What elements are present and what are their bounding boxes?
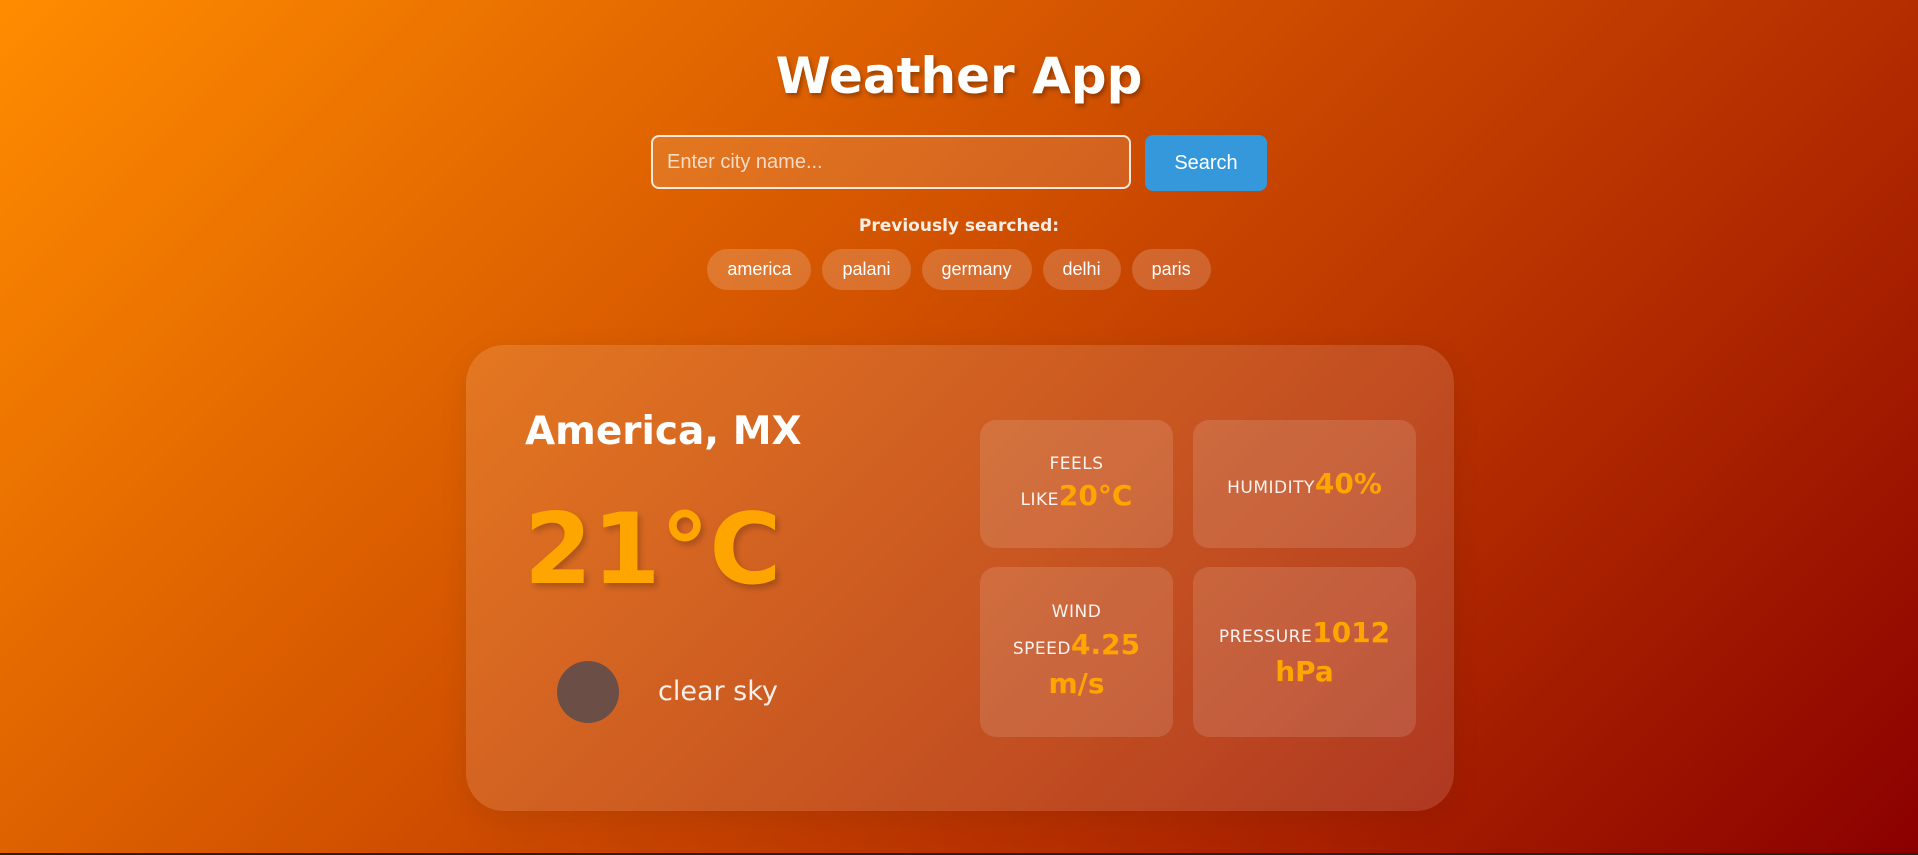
- weather-icon: [557, 661, 619, 723]
- stat-wind-speed: Wind speed4.25 m/s: [980, 567, 1173, 737]
- history-chip-paris[interactable]: paris: [1131, 249, 1211, 290]
- stat-pressure: Pressure1012 hPa: [1193, 567, 1416, 737]
- city-search-input[interactable]: [651, 135, 1131, 189]
- history-chip-palani[interactable]: palani: [822, 249, 911, 290]
- weather-card: America, MX 21°C clear sky Feels like20°…: [466, 345, 1454, 811]
- history-chip-america[interactable]: america: [707, 249, 812, 290]
- stat-value: 20°C: [1058, 479, 1133, 513]
- history-chip-delhi[interactable]: delhi: [1042, 249, 1121, 290]
- stat-value: 40%: [1314, 467, 1382, 501]
- temperature: 21°C: [524, 493, 782, 607]
- stat-label: Pressure: [1218, 626, 1313, 647]
- history-chip-germany[interactable]: germany: [921, 249, 1032, 290]
- city-name: America, MX: [525, 409, 802, 454]
- stat-feels-like: Feels like20°C: [980, 420, 1173, 548]
- search-bar: Search: [651, 135, 1267, 191]
- history-label: Previously searched:: [858, 216, 1060, 236]
- weather-description: clear sky: [658, 676, 778, 707]
- app-title: Weather App: [775, 47, 1143, 105]
- stat-label: Humidity: [1227, 478, 1315, 499]
- search-button[interactable]: Search: [1145, 135, 1267, 191]
- history-list: america palani germany delhi paris: [0, 249, 1918, 290]
- stat-humidity: Humidity40%: [1193, 420, 1416, 548]
